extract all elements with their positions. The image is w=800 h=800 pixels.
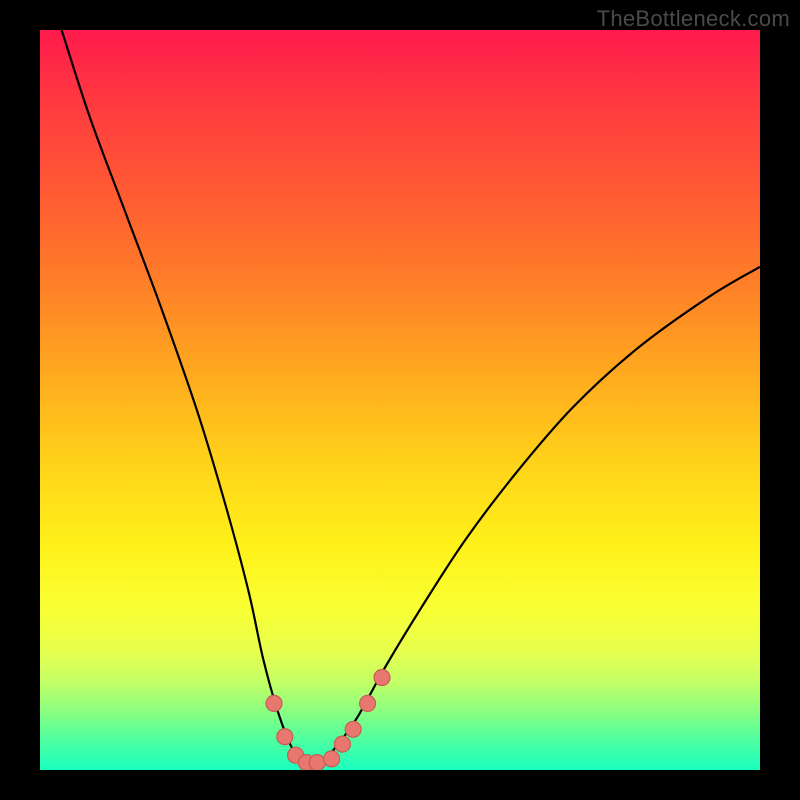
curve-marker xyxy=(266,695,282,711)
curve-marker xyxy=(360,695,376,711)
curve-marker xyxy=(309,755,325,770)
chart-frame: TheBottleneck.com xyxy=(0,0,800,800)
curve-marker xyxy=(324,751,340,767)
curve-marker xyxy=(345,721,361,737)
bottleneck-curve-svg xyxy=(40,30,760,770)
plot-area xyxy=(40,30,760,770)
curve-marker xyxy=(334,736,350,752)
bottleneck-curve-path xyxy=(62,30,760,764)
marker-group xyxy=(266,670,390,771)
watermark-text: TheBottleneck.com xyxy=(597,6,790,32)
curve-marker xyxy=(374,670,390,686)
curve-marker xyxy=(277,729,293,745)
